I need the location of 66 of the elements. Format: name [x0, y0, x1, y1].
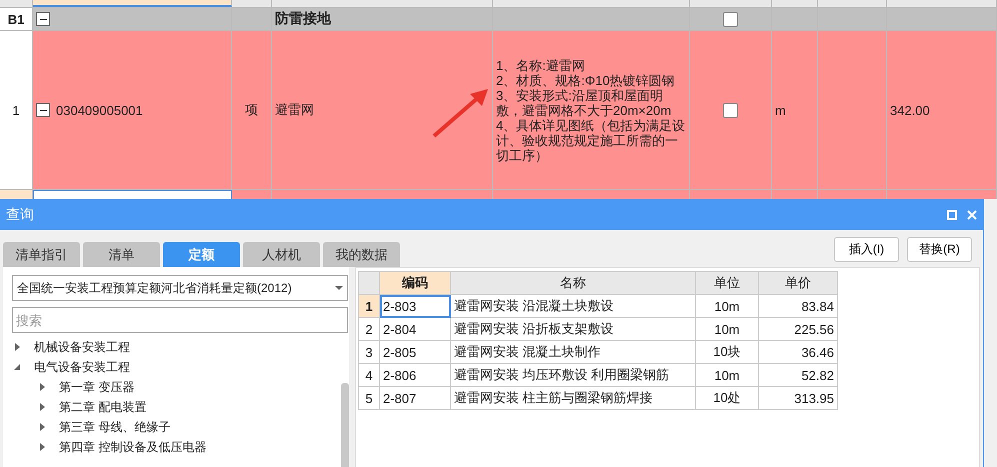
- tree-item[interactable]: 第一章 变压器: [59, 378, 134, 396]
- item-quantity: 342.00: [887, 31, 997, 189]
- row-number: 4: [358, 364, 380, 386]
- row-number: 2: [358, 318, 380, 340]
- checkbox[interactable]: [723, 12, 738, 26]
- item-code: 030409005001: [56, 102, 143, 118]
- group-name: 防雷接地: [272, 8, 493, 30]
- tab[interactable]: 清单指引: [3, 242, 80, 267]
- dialog-title: 查询: [6, 206, 35, 224]
- table-cell: 避雷网安装 混凝土块制作: [450, 340, 696, 364]
- table-cell: 避雷网安装 柱主筋与圈梁钢筋焊接: [450, 386, 696, 410]
- table-cell: 10处: [696, 386, 758, 410]
- table-cell: 10m: [696, 294, 758, 318]
- collapse-toggle-icon[interactable]: [36, 12, 50, 26]
- tab[interactable]: 我的数据: [323, 242, 400, 267]
- item-unit: m: [772, 31, 818, 189]
- table-cell: 避雷网安装 均压环敷设 利用圈梁钢筋: [450, 364, 696, 386]
- table-cell: 52.82: [758, 364, 838, 386]
- action-button[interactable]: 插入(I): [834, 237, 899, 262]
- table-cell: 2-806: [380, 364, 450, 386]
- tree-item[interactable]: 第四章 控制设备及低压电器: [59, 438, 206, 456]
- table-cell: 225.56: [758, 318, 838, 340]
- tree-item[interactable]: 机械设备安装工程: [34, 338, 130, 356]
- scrollbar-thumb[interactable]: [341, 383, 349, 467]
- maximize-icon[interactable]: [947, 210, 957, 220]
- library-dropdown[interactable]: 全国统一安装工程预算定额河北省消耗量定额(2012): [12, 275, 348, 301]
- action-button[interactable]: 替换(R): [907, 237, 972, 262]
- tree-item[interactable]: 第三章 母线、绝缘子: [59, 418, 170, 436]
- collapse-toggle-icon[interactable]: [36, 103, 50, 117]
- row-number: B1: [0, 8, 33, 30]
- feature-line: 3、安装形式:沿屋顶和屋面明敷，避雷网格不大于20m×20m: [496, 88, 672, 118]
- table-cell: 83.84: [758, 294, 838, 318]
- table-cell: 2-804: [380, 318, 450, 340]
- table-cell: 2-807: [380, 386, 450, 410]
- selected-cell[interactable]: [33, 190, 232, 199]
- table-cell: 2-803: [380, 294, 450, 318]
- column-header: 名称: [450, 272, 696, 294]
- item-type: 项: [232, 31, 272, 189]
- feature-line: 1、名称:避雷网: [496, 58, 585, 72]
- row-number: 1: [0, 31, 33, 189]
- table-cell: 避雷网安装 沿混凝土块敷设: [450, 294, 696, 318]
- tab[interactable]: 清单: [83, 242, 160, 267]
- collapsed-triangle-icon[interactable]: [12, 342, 22, 352]
- table-cell: 36.46: [758, 340, 838, 364]
- tree-item[interactable]: 第二章 配电装置: [59, 398, 146, 416]
- table-cell: 2-805: [380, 340, 450, 364]
- table-cell: 10m: [696, 318, 758, 340]
- row-number: 5: [358, 386, 380, 410]
- column-header: 单价: [758, 272, 838, 294]
- tree-item[interactable]: 电气设备安装工程: [34, 358, 130, 376]
- table-cell: 10m: [696, 364, 758, 386]
- caret-icon: [335, 286, 343, 290]
- close-icon[interactable]: [967, 210, 977, 220]
- table-cell: 313.95: [758, 386, 838, 410]
- feature-line: 2、材质、规格:Φ10热镀锌圆钢: [496, 72, 675, 88]
- tab[interactable]: 人材机: [243, 242, 320, 267]
- row-number: 3: [358, 340, 380, 364]
- column-header: 单位: [696, 272, 758, 294]
- search-field[interactable]: 搜索: [12, 307, 348, 333]
- expanded-triangle-icon[interactable]: [12, 362, 22, 372]
- column-header: 编码: [380, 272, 450, 294]
- feature-line: 4、具体详见图纸（包括为满足设计、验收规范规定施工所需的一切工序）: [496, 118, 686, 162]
- table-cell: 10块: [696, 340, 758, 364]
- table-cell: 避雷网安装 沿折板支架敷设: [450, 318, 696, 340]
- row-number: 1: [358, 294, 380, 318]
- checkbox[interactable]: [723, 102, 738, 118]
